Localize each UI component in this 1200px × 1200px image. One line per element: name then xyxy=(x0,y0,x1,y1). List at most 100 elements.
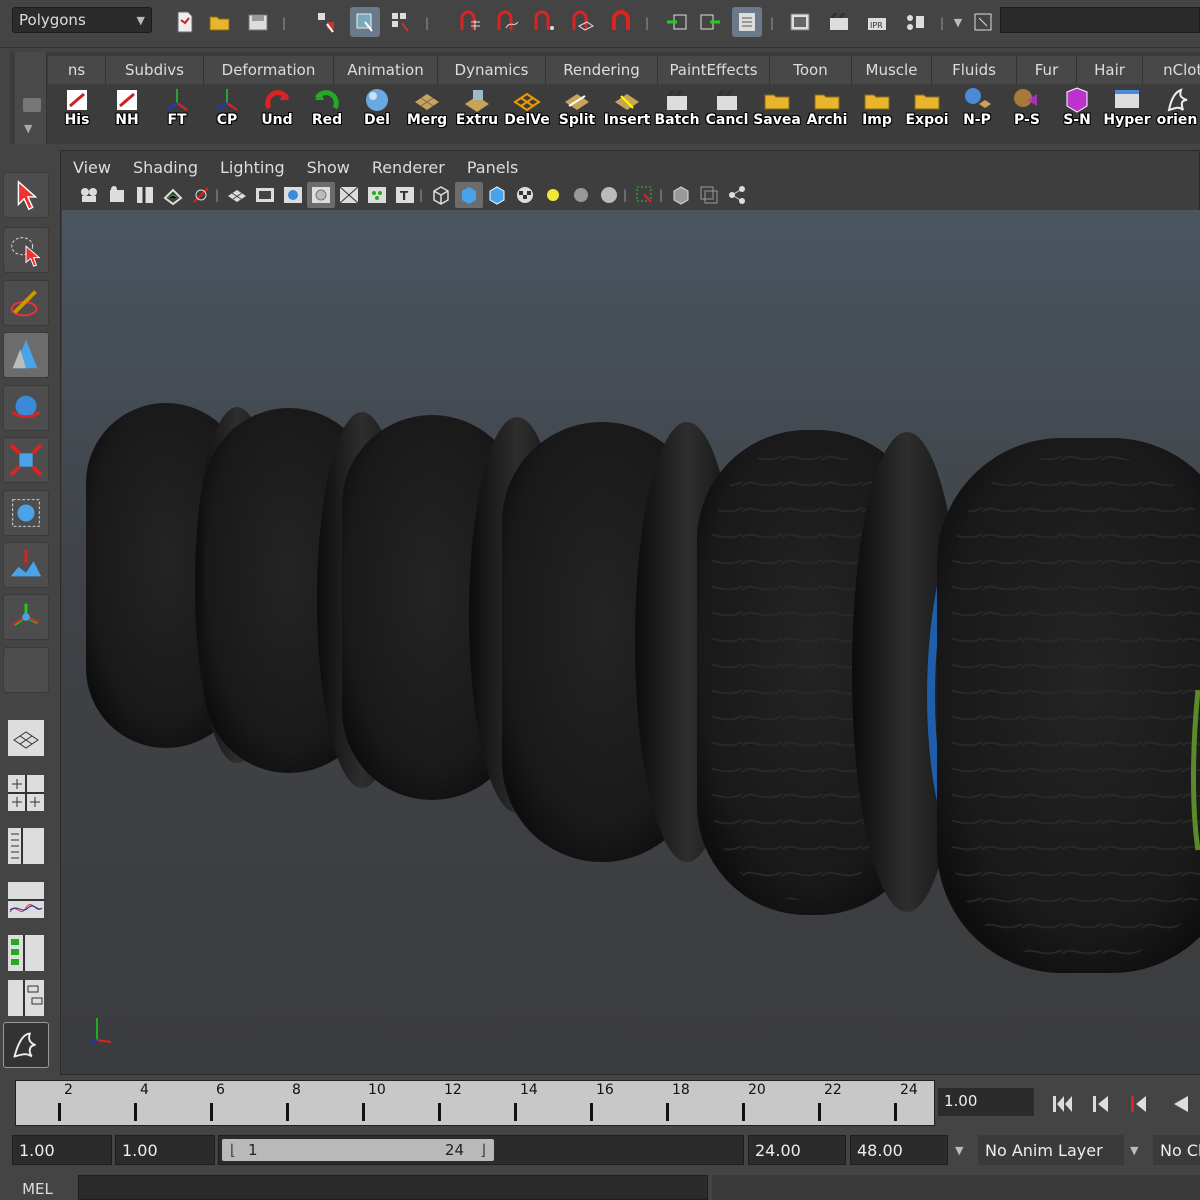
xray-icon[interactable] xyxy=(667,182,695,208)
shelf-button[interactable]: S-N xyxy=(1052,86,1102,140)
shelf-button[interactable]: orien xyxy=(1152,86,1200,140)
four-view-layout-icon[interactable] xyxy=(3,770,49,816)
step-back-frame-icon[interactable] xyxy=(1086,1090,1116,1118)
textured-icon[interactable] xyxy=(511,182,539,208)
shelf-button[interactable]: Insert xyxy=(602,86,652,140)
move-tool-icon[interactable] xyxy=(3,332,49,378)
isolate-select-icon[interactable] xyxy=(631,182,659,208)
command-input[interactable] xyxy=(78,1175,708,1200)
current-frame-field[interactable]: 1.00 xyxy=(938,1088,1034,1116)
shadows-icon[interactable] xyxy=(567,182,595,208)
camera-attributes-icon[interactable] xyxy=(75,182,103,208)
end-time-field[interactable]: 48.00 xyxy=(850,1135,948,1165)
shelf-tab[interactable]: Fluids xyxy=(932,56,1017,84)
shelf-button[interactable]: NH xyxy=(102,86,152,140)
anim-layer-dropdown[interactable]: No Anim Layer xyxy=(978,1135,1124,1165)
shelf-tab[interactable]: Rendering xyxy=(546,56,658,84)
playback-end-field[interactable]: 24.00 xyxy=(748,1135,846,1165)
input-ops-icon[interactable] xyxy=(662,7,692,37)
shelf-button[interactable]: Merg xyxy=(402,86,452,140)
panel-menu-item[interactable]: View xyxy=(62,154,122,180)
panel-menu-item[interactable]: Panels xyxy=(456,154,530,180)
resolution-gate-icon[interactable] xyxy=(279,182,307,208)
shelf-button[interactable]: Batch xyxy=(652,86,702,140)
camera-tools-icon[interactable] xyxy=(103,182,131,208)
persp-graph-layout-icon[interactable] xyxy=(3,877,49,923)
soft-modification-icon[interactable] xyxy=(3,542,49,588)
shelf-button[interactable]: Imp xyxy=(852,86,902,140)
shelf-tab[interactable]: Subdivs xyxy=(106,56,204,84)
field-chart-icon[interactable] xyxy=(335,182,363,208)
shelf-button[interactable]: Del xyxy=(352,86,402,140)
hypershade-layout-icon[interactable] xyxy=(3,930,49,976)
panel-menu-item[interactable]: Shading xyxy=(122,154,209,180)
go-to-start-icon[interactable] xyxy=(1048,1090,1078,1118)
shelf-button[interactable]: P-S xyxy=(1002,86,1052,140)
output-ops-icon[interactable] xyxy=(695,7,725,37)
panel-menu-item[interactable]: Renderer xyxy=(361,154,456,180)
wireframe-icon[interactable] xyxy=(427,182,455,208)
shelf-button[interactable]: Expoi xyxy=(902,86,952,140)
select-component-icon[interactable] xyxy=(386,7,416,37)
wireframe-on-shaded-icon[interactable] xyxy=(483,182,511,208)
chevron-down-icon[interactable]: ▼ xyxy=(948,7,968,37)
open-scene-icon[interactable] xyxy=(205,7,235,37)
shelf-button[interactable]: Savea xyxy=(752,86,802,140)
shelf-button[interactable]: Red xyxy=(302,86,352,140)
shelf-button[interactable]: FT xyxy=(152,86,202,140)
range-slider-handle[interactable]: ⌊ 1 24 ⌋ xyxy=(222,1139,494,1161)
chevron-down-icon[interactable]: ▼ xyxy=(955,1135,963,1165)
shelf-tab[interactable]: PaintEffects xyxy=(658,56,770,84)
film-gate-icon[interactable] xyxy=(251,182,279,208)
render-view-icon[interactable] xyxy=(785,7,815,37)
shelf-button[interactable]: N-P xyxy=(952,86,1002,140)
bookmark-icon[interactable] xyxy=(131,182,159,208)
shelf-button[interactable]: CP xyxy=(202,86,252,140)
select-tool-icon[interactable] xyxy=(3,172,49,218)
shelf-tab[interactable]: Fur xyxy=(1017,56,1077,84)
shelf-tab[interactable]: ns xyxy=(48,56,106,84)
smooth-shade-icon[interactable] xyxy=(455,182,483,208)
character-set-dropdown[interactable]: No Ch xyxy=(1153,1135,1200,1165)
snap-curve-icon[interactable] xyxy=(493,7,523,37)
shelf-button[interactable]: DelVe xyxy=(502,86,552,140)
shelf-tab[interactable]: Hair xyxy=(1077,56,1143,84)
2d-pan-zoom-icon[interactable] xyxy=(187,182,215,208)
xray-components-icon[interactable] xyxy=(723,182,751,208)
select-object-icon[interactable] xyxy=(350,7,380,37)
snap-surface-icon[interactable] xyxy=(568,7,598,37)
select-hierarchy-icon[interactable] xyxy=(312,7,342,37)
render-frame-icon[interactable] xyxy=(824,7,854,37)
gate-mask-icon[interactable] xyxy=(307,182,335,208)
snap-point-icon[interactable] xyxy=(530,7,560,37)
step-back-key-icon[interactable] xyxy=(1124,1090,1154,1118)
shelf-tab[interactable]: nCloth xyxy=(1143,56,1200,84)
shelf-tab[interactable]: Toon xyxy=(770,56,852,84)
chevron-down-icon[interactable]: ▼ xyxy=(1130,1135,1138,1165)
use-all-lights-icon[interactable] xyxy=(539,182,567,208)
image-plane-icon[interactable] xyxy=(159,182,187,208)
shelf-button[interactable]: Cancl xyxy=(702,86,752,140)
shelf-button[interactable]: His xyxy=(52,86,102,140)
shelf-button[interactable]: Split xyxy=(552,86,602,140)
lasso-tool-icon[interactable] xyxy=(3,227,49,273)
panel-menu-item[interactable]: Lighting xyxy=(209,154,296,180)
menu-set-dropdown[interactable]: Polygons ▼ xyxy=(12,7,152,33)
hq-rendering-icon[interactable] xyxy=(595,182,623,208)
shelf-tab[interactable]: Animation xyxy=(334,56,438,84)
single-perspective-layout-icon[interactable] xyxy=(3,715,49,761)
quick-command-input[interactable] xyxy=(1000,7,1200,33)
rotate-tool-icon[interactable] xyxy=(3,385,49,431)
hypergraph-layout-icon[interactable] xyxy=(3,980,49,1016)
shelf-tab[interactable]: Dynamics xyxy=(438,56,546,84)
universal-manipulator-icon[interactable] xyxy=(3,490,49,536)
perspective-viewport[interactable] xyxy=(62,210,1200,1074)
safe-title-icon[interactable]: T xyxy=(391,182,419,208)
script-language-toggle[interactable]: MEL xyxy=(0,1178,75,1200)
shelf-tab[interactable]: Muscle xyxy=(852,56,932,84)
save-scene-icon[interactable] xyxy=(243,7,273,37)
shelf-button[interactable]: Archi xyxy=(802,86,852,140)
shelf-options[interactable]: ▼ xyxy=(15,52,47,144)
quick-select-icon[interactable] xyxy=(968,7,998,37)
shelf-tab[interactable]: Deformation xyxy=(204,56,334,84)
